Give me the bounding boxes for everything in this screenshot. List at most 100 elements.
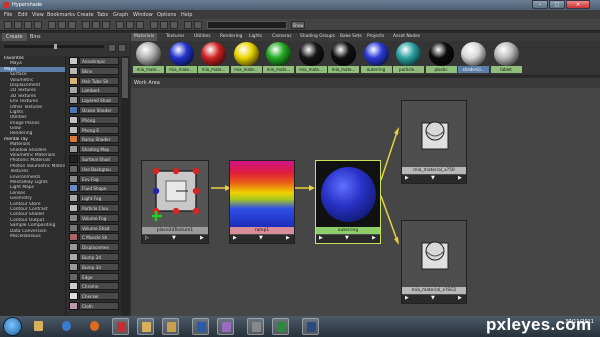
create-node-button[interactable]: Chrome <box>69 282 119 291</box>
create-node-button[interactable]: Volume Fog <box>69 213 119 222</box>
create-node-button[interactable]: Use Backgrou <box>69 164 119 173</box>
material-swatch[interactable]: mia_mate... <box>198 41 229 74</box>
media-player-icon[interactable] <box>58 318 75 335</box>
create-node-button[interactable]: Phong <box>69 115 119 124</box>
menu-tabs[interactable]: Tabs <box>97 12 108 18</box>
layout-bottom-icon[interactable] <box>34 21 42 29</box>
filter-field[interactable] <box>207 21 287 29</box>
close-button[interactable]: ✕ <box>566 0 590 9</box>
menu-file[interactable]: File <box>4 12 12 18</box>
create-node-button[interactable]: Phong E <box>69 125 119 134</box>
create-node-button[interactable]: Blinn <box>69 66 119 75</box>
tab-bake-sets[interactable]: Bake Sets <box>337 33 365 41</box>
icon-size-slider[interactable] <box>4 44 104 49</box>
output-connections-icon[interactable] <box>102 21 110 29</box>
tab-textures[interactable]: Textures <box>163 33 187 41</box>
create-node-button[interactable]: Bump 3d <box>69 262 119 271</box>
folder-taskbar-icon[interactable] <box>137 318 154 335</box>
create-node-button[interactable]: Ramp Shader <box>69 135 119 144</box>
display-options-icon[interactable] <box>108 44 116 52</box>
tab-lights[interactable]: Lights <box>246 33 265 41</box>
slider-knob[interactable] <box>54 44 57 49</box>
material-swatch[interactable]: mia_mate... <box>165 41 197 74</box>
create-node-button[interactable]: Light Fog <box>69 194 119 203</box>
tab-cameras[interactable]: Cameras <box>269 33 295 41</box>
create-node-button[interactable]: Edge <box>69 272 119 281</box>
input-arrow-icon[interactable]: ▷ <box>145 235 149 241</box>
clear-graph-icon[interactable] <box>68 21 76 29</box>
material-swatch[interactable]: mia_mate... <box>133 41 164 74</box>
tree-item[interactable]: Miscellaneous <box>0 234 65 239</box>
graph-network-icon[interactable] <box>58 21 66 29</box>
node-place2dtexture[interactable]: place2dTexture1 ▷ ▼ ▶ <box>141 160 209 244</box>
toggle-create-bar-icon[interactable] <box>4 21 12 29</box>
word-icon[interactable] <box>192 318 209 335</box>
material-swatch[interactable]: shaderGl... <box>458 41 489 74</box>
material-swatch[interactable]: particle... <box>393 41 424 74</box>
menu-window[interactable]: Window <box>133 12 153 18</box>
output-arrow-icon[interactable]: ▶ <box>372 235 376 241</box>
create-node-button[interactable]: Bump 2d <box>69 253 119 261</box>
tab-asset-nodes[interactable]: Asset Nodes <box>390 33 423 41</box>
output-arrow-icon[interactable]: ▶ <box>286 235 290 241</box>
expand-icon[interactable]: ▼ <box>431 175 435 181</box>
menu-bookmarks[interactable]: Bookmarks <box>47 12 75 18</box>
material-swatch[interactable]: mia_mate... <box>263 41 294 74</box>
frame-selected-icon[interactable] <box>136 21 144 29</box>
tree-item[interactable]: Sample Compositing <box>0 223 65 228</box>
menu-graph[interactable]: Graph <box>113 12 128 18</box>
menu-options[interactable]: Options <box>157 12 176 18</box>
tab-projects[interactable]: Projects <box>364 33 387 41</box>
create-node-button[interactable]: Shading Map <box>69 145 119 154</box>
node-shading-group-bottom[interactable]: mia_material_x?SG1 ▶ ▼ ▶ <box>401 220 467 304</box>
firefox-icon[interactable] <box>86 318 103 335</box>
create-node-button[interactable]: C Muscle Sh <box>69 233 119 242</box>
menu-help[interactable]: Help <box>181 12 192 18</box>
output-arrow-icon[interactable]: ▶ <box>200 235 204 241</box>
layout-icon[interactable] <box>14 21 22 29</box>
material-swatch[interactable]: mia_mate... <box>230 41 262 74</box>
expand-icon[interactable]: ▼ <box>172 235 176 241</box>
menu-create[interactable]: Create <box>77 12 94 18</box>
create-node-button[interactable]: Particle Clou <box>69 204 119 212</box>
tab-shading-groups[interactable]: Shading Groups <box>297 33 338 41</box>
folder-taskbar-icon[interactable] <box>162 318 179 335</box>
output-arrow-icon[interactable]: ▶ <box>458 175 462 181</box>
create-node-button[interactable]: Layered Shad <box>69 96 119 105</box>
explorer-icon[interactable] <box>30 318 47 335</box>
node-shading-group-top[interactable]: mia_material_x?50 ▶ ▼ ▶ <box>401 100 467 184</box>
start-button[interactable] <box>3 317 22 336</box>
material-swatch[interactable]: tablet <box>490 41 522 74</box>
input-arrow-icon[interactable]: ▶ <box>405 295 409 301</box>
grid-icon[interactable] <box>160 21 168 29</box>
material-swatch[interactable]: mia_mate... <box>328 41 359 74</box>
rearrange-graph-icon[interactable] <box>116 21 124 29</box>
menu-view[interactable]: View <box>32 12 44 18</box>
create-node-button[interactable]: Cloth <box>69 302 119 310</box>
tab-utilities[interactable]: Utilities <box>191 33 214 41</box>
layout-top-icon[interactable] <box>24 21 32 29</box>
output-arrow-icon[interactable]: ▶ <box>458 295 462 301</box>
input-arrow-icon[interactable]: ▶ <box>233 235 237 241</box>
media-icon[interactable] <box>247 318 264 335</box>
create-node-button[interactable]: Volume Shad <box>69 223 119 232</box>
tab-create[interactable]: Create <box>2 33 27 41</box>
work-area[interactable]: place2dTexture1 ▷ ▼ ▶ ramp1 ▶ ▼ ▶ outerr… <box>131 88 600 316</box>
create-node-button[interactable]: Surface Shad <box>69 155 119 163</box>
filter-icon[interactable] <box>194 21 202 29</box>
display-mode-icon[interactable] <box>118 44 126 52</box>
paint-icon[interactable] <box>217 318 234 335</box>
create-node-button[interactable]: Env Fog <box>69 174 119 183</box>
create-node-button[interactable]: Hair Tube Sh <box>69 76 119 85</box>
node-outerring[interactable]: outerring ▶ ▼ ▶ <box>315 160 381 244</box>
create-node-button[interactable]: Ocean Shader <box>69 106 119 114</box>
maya-taskbar-icon[interactable] <box>112 318 129 335</box>
material-swatch[interactable]: mia_mate... <box>295 41 327 74</box>
maximize-button[interactable]: □ <box>549 0 565 9</box>
material-swatch[interactable]: outerring <box>360 41 392 74</box>
tab-materials[interactable]: Materials <box>131 33 158 41</box>
scrollbar-thumb[interactable] <box>122 58 128 98</box>
minimize-button[interactable]: – <box>532 0 548 9</box>
io-connections-icon[interactable] <box>92 21 100 29</box>
node-ramp[interactable]: ramp1 ▶ ▼ ▶ <box>229 160 295 244</box>
